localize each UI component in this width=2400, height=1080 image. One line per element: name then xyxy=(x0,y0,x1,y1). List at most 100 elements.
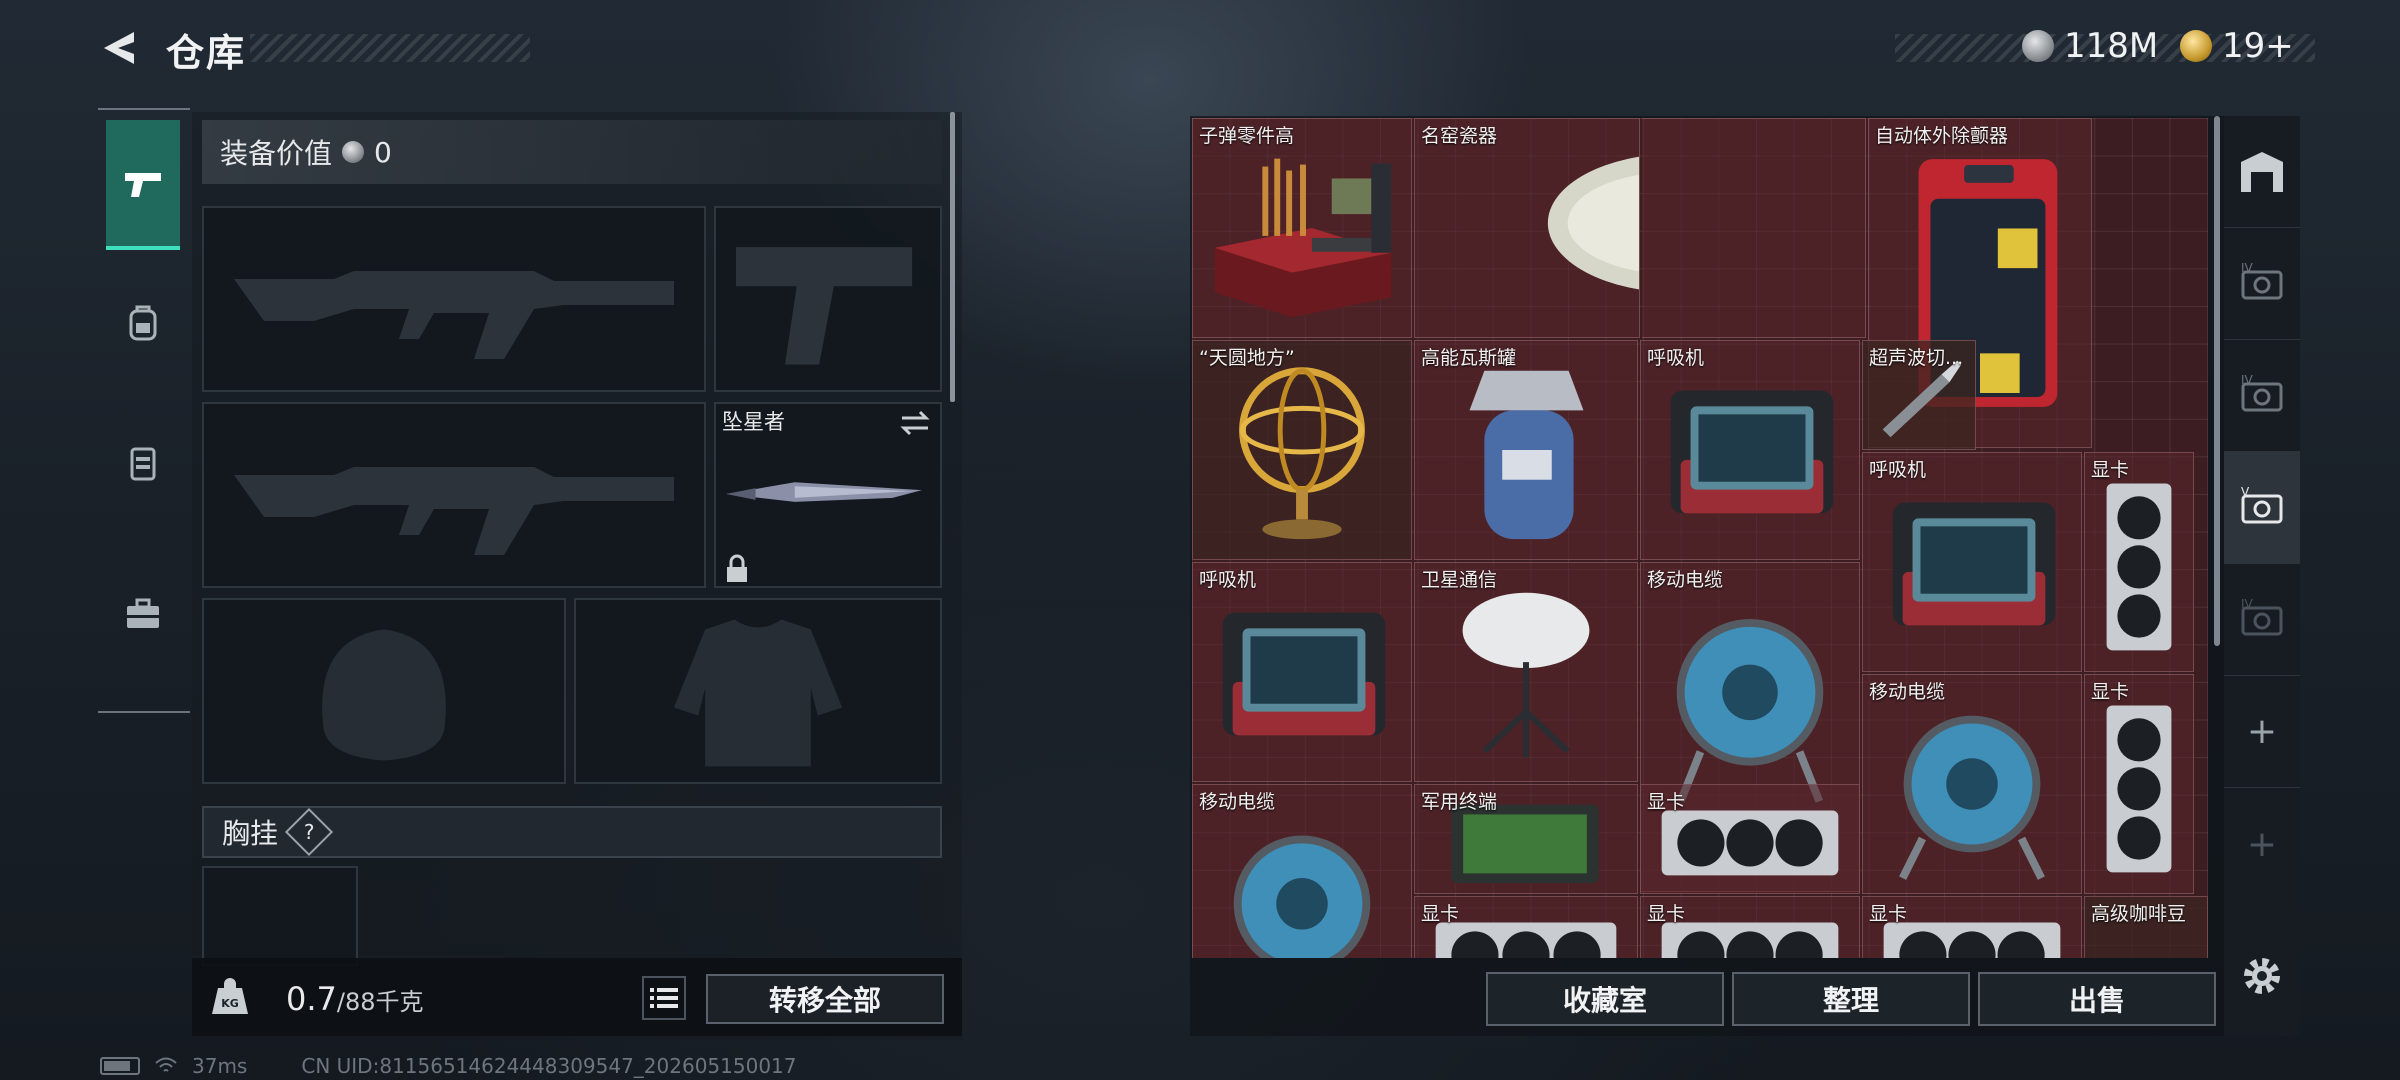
storage-item-armillary[interactable]: “天圆地方” xyxy=(1192,340,1412,560)
currency-silver[interactable]: 118M xyxy=(2022,26,2158,66)
chest-rig-slot[interactable] xyxy=(202,866,358,966)
sell-button[interactable]: 出售 xyxy=(1978,972,2216,1026)
toolbox-icon xyxy=(127,598,159,628)
equipment-value-amount: 0 xyxy=(374,135,392,169)
backpack-icon xyxy=(129,305,157,341)
item-label: 显卡 xyxy=(1647,903,1686,925)
add-storage-tab[interactable]: + xyxy=(2224,676,2300,788)
silver-coin-icon xyxy=(2022,30,2054,62)
ping-readout: 37ms xyxy=(192,1054,248,1078)
satellite-dish-icon xyxy=(1462,592,1590,758)
back-button[interactable] xyxy=(96,24,144,72)
backpack-tab-icon-wrap[interactable] xyxy=(106,258,180,388)
weight-icon: KG xyxy=(212,978,248,1014)
equipment-scrollbar[interactable] xyxy=(950,112,955,402)
weight-current: 0.7 xyxy=(286,980,337,1018)
armillary-sphere-icon xyxy=(1239,367,1365,540)
item-label: 移动电缆 xyxy=(1199,791,1276,813)
case-tier-icon: IV xyxy=(2241,373,2283,411)
item-label: 超声波切... xyxy=(1869,347,1964,369)
storage-item-gpu-4[interactable]: 显卡 xyxy=(1414,896,1638,958)
item-label: 移动电缆 xyxy=(1869,681,1946,703)
storage-item-cable-3[interactable]: 移动电缆 xyxy=(1192,784,1412,958)
storage-item-gpu-3[interactable]: 显卡 xyxy=(1640,784,1860,894)
storage-scrollbar[interactable] xyxy=(2214,116,2220,646)
storage-tab-4c[interactable]: IV xyxy=(2224,564,2300,676)
case-tier-icon: IV xyxy=(2241,597,2283,635)
svg-text:KG: KG xyxy=(221,997,239,1010)
gold-amount: 19+ xyxy=(2222,26,2294,66)
item-label: 高级咖啡豆 xyxy=(2091,903,2187,925)
storage-item-terminal[interactable]: 军用终端 xyxy=(1414,784,1638,894)
case-tier-icon: IV xyxy=(2241,261,2283,299)
body-armor-slot[interactable] xyxy=(574,598,942,784)
help-icon[interactable]: ? xyxy=(284,807,334,857)
chest-rig-header: 胸挂 ? xyxy=(202,806,942,858)
storage-item-gpu-5[interactable]: 显卡 xyxy=(1640,896,1860,958)
list-view-button[interactable] xyxy=(642,976,686,1020)
item-label: 显卡 xyxy=(1869,903,1908,925)
item-label: 显卡 xyxy=(1421,903,1460,925)
storage-tab-4[interactable]: IV xyxy=(2224,228,2300,340)
storage-tab-4b[interactable]: IV xyxy=(2224,340,2300,452)
storage-item-gpu-6[interactable]: 显卡 xyxy=(1862,896,2082,958)
pistol-silhouette-icon xyxy=(736,247,913,365)
storage-item-ventilator-3[interactable]: 呼吸机 xyxy=(1192,562,1412,782)
gear-icon[interactable] xyxy=(2238,952,2286,1000)
item-label: 卫星通信 xyxy=(1421,569,1498,591)
storage-item-ventilator-2[interactable]: 呼吸机 xyxy=(1862,452,2082,672)
storage-tab-main[interactable] xyxy=(2224,116,2300,228)
storage-item-cable-2[interactable]: 移动电缆 xyxy=(1862,674,2082,894)
storage-grid: 子弹零件高 名窑瓷器 自动体外除颤器 “天圆地方” 高能瓦斯罐 呼吸机 超声波切… xyxy=(1192,118,2208,958)
helmet-slot[interactable] xyxy=(202,598,566,784)
melee-slot[interactable]: 坠星者 xyxy=(714,402,942,588)
storage-tab-5[interactable]: V xyxy=(2224,452,2300,564)
armor-tab[interactable] xyxy=(106,398,180,528)
silver-amount: 118M xyxy=(2064,26,2159,66)
ammo-crate-icon xyxy=(1214,158,1392,318)
warehouse-icon xyxy=(2241,151,2283,192)
transfer-all-button[interactable]: 转移全部 xyxy=(706,974,944,1024)
storage-item-porcelain-extension[interactable] xyxy=(1642,118,1866,338)
item-label: 高能瓦斯罐 xyxy=(1421,347,1517,369)
storage-item-porcelain[interactable]: 名窑瓷器 xyxy=(1414,118,1640,338)
storage-item-ventilator-1[interactable]: 呼吸机 xyxy=(1640,340,1860,560)
ventilator-icon xyxy=(1222,612,1386,736)
primary-weapon-slot-1[interactable] xyxy=(202,206,706,392)
item-label: 呼吸机 xyxy=(1869,459,1927,481)
pistol-icon xyxy=(125,173,161,197)
chest-rig-label: 胸挂 xyxy=(222,817,279,850)
equipment-footer: KG 0.7/88千克 转移全部 xyxy=(192,958,962,1036)
svg-text:IV: IV xyxy=(2241,597,2254,611)
currency-gold[interactable]: 19+ xyxy=(2180,26,2294,66)
item-label: 移动电缆 xyxy=(1647,569,1724,591)
storage-item-satellite[interactable]: 卫星通信 xyxy=(1414,562,1638,782)
equipment-panel: 装备价值 0 坠星者 胸挂 ? xyxy=(192,112,962,1040)
item-label: 军用终端 xyxy=(1421,791,1498,813)
item-label: 自动体外除颤器 xyxy=(1875,125,2009,147)
primary-weapon-slot-2[interactable] xyxy=(202,402,706,588)
storage-item-ultrasonic[interactable]: 超声波切... xyxy=(1862,340,1976,450)
lock-icon xyxy=(727,554,747,582)
helmet-silhouette-icon xyxy=(322,629,446,761)
collection-button[interactable]: 收藏室 xyxy=(1486,972,1724,1026)
page-title: 仓库 xyxy=(166,31,247,75)
case-tier-icon: V xyxy=(2241,485,2283,523)
secondary-weapon-slot[interactable] xyxy=(714,206,942,392)
storage-item-gpu-2[interactable]: 显卡 xyxy=(2084,674,2194,894)
svg-text:V: V xyxy=(2241,485,2250,499)
storage-item-gpu-1[interactable]: 显卡 xyxy=(2084,452,2194,672)
organize-button[interactable]: 整理 xyxy=(1732,972,1970,1026)
item-label: “天圆地方” xyxy=(1199,347,1295,369)
storage-item-coffee[interactable]: 高级咖啡豆 xyxy=(2084,896,2208,958)
toolbox-tab[interactable] xyxy=(106,548,180,678)
ventilator-icon xyxy=(1670,390,1834,514)
weapons-tab[interactable] xyxy=(106,120,180,250)
storage-item-ammo-parts[interactable]: 子弹零件高 xyxy=(1192,118,1412,338)
graphics-card-icon xyxy=(2106,483,2172,651)
storage-item-gas-tank[interactable]: 高能瓦斯罐 xyxy=(1414,340,1638,560)
rifle-silhouette-icon xyxy=(234,467,674,555)
rail-divider xyxy=(98,711,190,713)
status-bar: 37ms CN UID:81156514624448309547_2026051… xyxy=(100,1054,797,1078)
storage-side-tabs: IV IV V IV + + xyxy=(2224,116,2300,1036)
